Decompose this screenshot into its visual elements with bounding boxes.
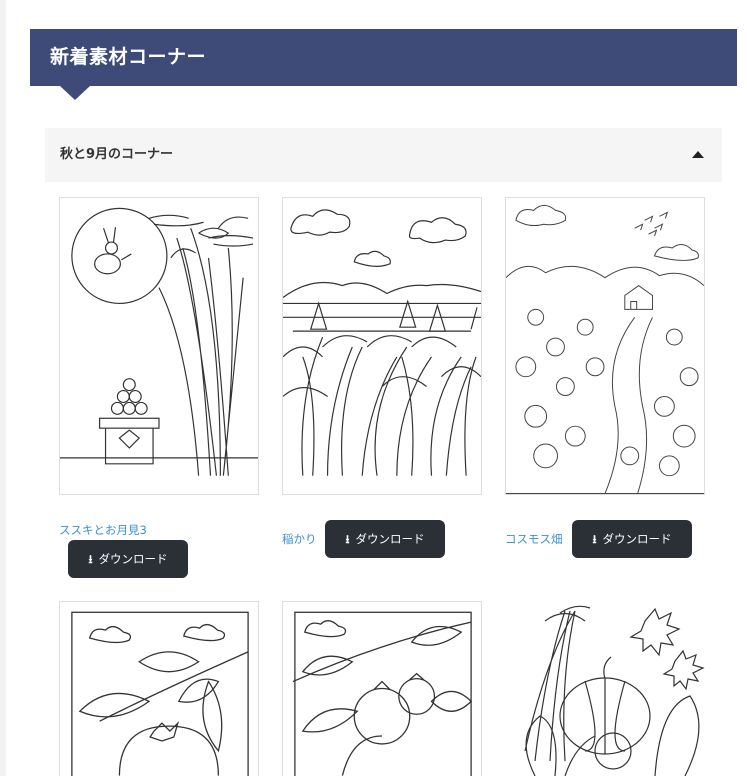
rice-harvest-illustration — [283, 209, 481, 476]
left-gutter — [0, 0, 6, 776]
item-caption-2[interactable]: 稲かり — [282, 531, 317, 547]
download-icon: ⭳ — [592, 532, 597, 546]
thumbnail-susuki-moon[interactable] — [59, 197, 259, 495]
item-caption-1[interactable]: ススキとお月見3 — [59, 522, 147, 538]
download-button-3[interactable]: ⭳ ダウンロード — [572, 520, 692, 558]
page: 新着素材コーナー 秋と9月のコーナー ススキとお月見3 ⭳ ダウンロード 稲かり… — [0, 0, 747, 776]
section-title: 新着素材コーナー — [50, 46, 207, 68]
persimmon-illustration — [71, 611, 249, 776]
section-title-banner: 新着素材コーナー — [30, 29, 737, 100]
download-button-2[interactable]: ⭳ ダウンロード — [325, 520, 445, 558]
accordion-title: 秋と9月のコーナー — [60, 147, 174, 162]
caret-up-icon[interactable] — [692, 151, 704, 158]
item-caption-3[interactable]: コスモス畑 — [505, 531, 563, 547]
accordion-header[interactable]: 秋と9月のコーナー — [45, 128, 722, 182]
download-label: ダウンロード — [98, 552, 168, 566]
banner-notch — [60, 86, 90, 100]
cosmos-field-illustration — [506, 204, 704, 494]
thumbnail-cosmos-field[interactable] — [505, 197, 705, 495]
persimmon-branch-illustration — [292, 611, 473, 776]
autumn-harvest-illustration — [524, 605, 705, 776]
thumbnail-persimmon-2[interactable] — [282, 601, 482, 776]
thumbnail-persimmon-1[interactable] — [59, 601, 259, 776]
download-label: ダウンロード — [602, 532, 672, 546]
thumbnail-autumn-harvest[interactable] — [505, 601, 705, 776]
susuki-moon-illustration — [60, 207, 258, 476]
download-icon: ⭳ — [345, 532, 350, 546]
download-icon: ⭳ — [88, 552, 93, 566]
download-label: ダウンロード — [355, 532, 425, 546]
thumbnail-rice-harvest[interactable] — [282, 197, 482, 495]
download-button-1[interactable]: ⭳ ダウンロード — [68, 540, 188, 578]
